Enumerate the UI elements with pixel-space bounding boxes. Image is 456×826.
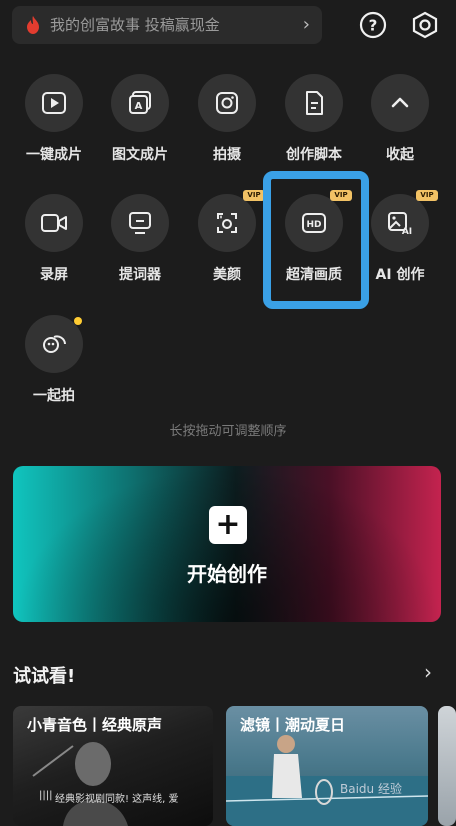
highlight-box: [263, 171, 369, 309]
vip-badge: VIP: [416, 190, 438, 201]
tool-label: 创作脚本: [286, 147, 342, 163]
tool-label: 提词器: [119, 267, 161, 283]
svg-text:A: A: [135, 101, 143, 112]
chevron-right-icon: ›: [302, 14, 310, 35]
tool-label: 一键成片: [26, 147, 82, 163]
tool-collapse[interactable]: 收起: [360, 74, 440, 174]
tool-label: 一起拍: [33, 388, 75, 404]
tool-shoot[interactable]: 拍摄: [187, 74, 267, 174]
beauty-icon: [198, 194, 256, 252]
tool-label: 收起: [386, 147, 414, 163]
template-card-partial[interactable]: [438, 706, 456, 826]
vip-badge: VIP: [243, 190, 265, 201]
chevron-right-icon[interactable]: ›: [424, 660, 432, 684]
image-text-icon: A: [111, 74, 169, 132]
reorder-hint: 长按拖动可调整顺序: [169, 424, 287, 439]
script-icon: [285, 74, 343, 132]
svg-text:AI: AI: [402, 227, 412, 236]
tool-label: 图文成片: [112, 147, 168, 163]
template-card[interactable]: 小青音色丨经典原声 |||| 经典影视剧同款! 这声线, 爱: [13, 706, 213, 826]
audio-wave-icon: ||||: [39, 790, 53, 801]
tool-ai-create[interactable]: AI VIP AI 创作: [360, 190, 440, 294]
tool-one-click-video[interactable]: 一键成片: [14, 74, 94, 174]
banner-text: 我的创富故事 投稿赢现金: [50, 16, 220, 34]
tool-screen-record[interactable]: 录屏: [14, 194, 94, 294]
template-card[interactable]: 滤镜丨潮动夏日: [226, 706, 428, 826]
tool-beauty[interactable]: VIP 美颜: [187, 190, 267, 294]
tool-script[interactable]: 创作脚本: [274, 74, 354, 174]
card-title: 小青音色丨经典原声: [27, 716, 163, 734]
help-icon[interactable]: ?: [358, 10, 388, 40]
watermark: Baidu 经验: [340, 782, 402, 796]
tool-teleprompter[interactable]: 提词器: [100, 194, 180, 294]
create-shade: [13, 466, 441, 622]
promo-banner[interactable]: 我的创富故事 投稿赢现金 ›: [12, 6, 322, 44]
section-title: 试试看!: [13, 666, 76, 687]
notification-dot: [74, 317, 82, 325]
tool-label: 拍摄: [213, 147, 241, 163]
tool-label: 美颜: [213, 267, 241, 283]
settings-icon[interactable]: [410, 10, 440, 40]
tool-shoot-together[interactable]: 一起拍: [14, 315, 94, 415]
tool-image-text-video[interactable]: A 图文成片: [100, 74, 180, 174]
card-title: 滤镜丨潮动夏日: [240, 716, 346, 734]
start-create-label: 开始创作: [187, 562, 267, 586]
tool-label: 录屏: [40, 267, 68, 283]
play-icon: [25, 74, 83, 132]
ai-image-icon: AI: [371, 194, 429, 252]
teleprompter-icon: [111, 194, 169, 252]
svg-text:?: ?: [369, 17, 378, 35]
camera-icon: [198, 74, 256, 132]
start-create-button[interactable]: + 开始创作: [13, 466, 441, 622]
screen-record-icon: [25, 194, 83, 252]
chevron-up-icon: [371, 74, 429, 132]
card-subtitle: 经典影视剧同款! 这声线, 爱: [55, 794, 179, 805]
flame-icon: [27, 16, 39, 34]
plus-icon: +: [209, 506, 247, 544]
